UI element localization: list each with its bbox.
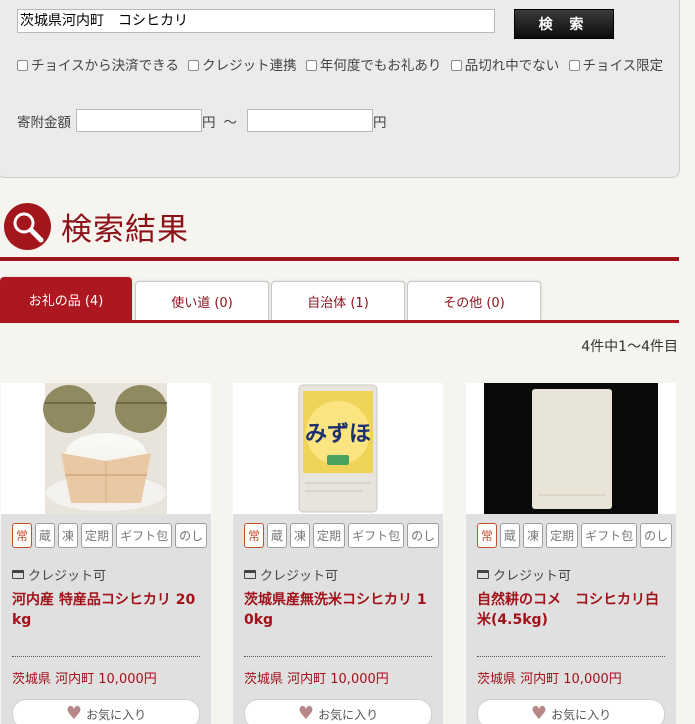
item-location-price: 茨城県 河内町 10,000円 [12,672,157,687]
dotted-divider [244,656,432,657]
credit-card-icon [12,570,24,579]
item-name-link[interactable]: 河内産 特産品コシヒカリ 20kg [12,590,202,630]
donation-amount-label: 寄附金額 [17,114,71,131]
tag-noshi: のし [640,523,673,548]
tab-municipality[interactable]: 自治体 (1) [271,281,405,320]
tab-usage[interactable]: 使い道 (0) [135,281,269,320]
filter-label: 年何度でもお礼あり [319,58,442,74]
storage-tags: 常 蔵 凍 定期 ギフト包 のし [477,523,673,548]
item-card[interactable]: 自然耕のコメ 常 蔵 凍 定期 ギフト包 のし クレジット可 自然耕のコメ コシ… [466,383,676,724]
credit-label: クレジット可 [28,569,107,584]
credit-label: クレジット可 [493,569,572,584]
favorite-button[interactable]: ♥ お気に入り [477,699,665,724]
result-count: 4件中1～4件目 [581,339,678,355]
credit-card-icon [244,570,256,579]
heart-icon: ♥ [297,703,315,724]
filter-label: チョイスから決済できる [31,58,179,74]
tag-frozen: 凍 [58,523,79,548]
results-title: 検索結果 [61,212,189,248]
tab-other[interactable]: その他 (0) [407,281,541,320]
search-panel: 茨城県河内町 コシヒカリ 検 索 チョイスから決済できる クレジット連携 年何度… [0,0,680,178]
heart-icon: ♥ [65,703,83,724]
filter-label: チョイス限定 [582,58,664,74]
credit-label: クレジット可 [260,569,339,584]
filter-label: クレジット連携 [202,58,297,74]
checkbox-icon[interactable] [568,60,580,71]
checkbox-icon[interactable] [17,60,28,71]
amount-max-input[interactable] [247,109,373,132]
filter-options: チョイスから決済できる クレジット連携 年何度でもお礼あり 品切れ中でない チョ… [17,55,677,77]
yen-label: 円 [373,114,387,131]
dotted-divider [477,656,665,657]
range-tilde: ～ [223,114,238,131]
credit-ok: クレジット可 [244,565,338,584]
tag-ambient: 常 [244,523,265,548]
item-name-link[interactable]: 茨城県産無洗米コシヒカリ 10kg [244,590,434,630]
item-photo-rice-masu[interactable] [1,383,211,514]
item-location-price: 茨城県 河内町 10,000円 [244,672,389,687]
item-location-price: 茨城県 河内町 10,000円 [477,672,622,687]
tag-subscription: 定期 [546,523,579,548]
filter-multiple-times[interactable]: 年何度でもお礼あり [305,58,442,74]
tag-ambient: 常 [12,523,33,548]
item-name-link[interactable]: 自然耕のコメ コシヒカリ白米(4.5kg) [477,590,667,630]
tag-refrigerated: 蔵 [35,523,56,548]
item-photo-mizuho-rice-bag[interactable]: みずほ [233,383,443,514]
tag-frozen: 凍 [523,523,544,548]
filter-choice-payment[interactable]: チョイスから決済できる [17,58,179,74]
tab-gifts[interactable]: お礼の品 (4) [0,277,132,321]
checkbox-icon[interactable] [450,60,462,71]
tag-refrigerated: 蔵 [500,523,521,548]
heart-icon: ♥ [530,703,548,724]
item-card[interactable]: みずほ 常 蔵 凍 定期 ギフト包 のし クレジット可 茨城県産無洗米コシヒカリ… [233,383,443,724]
dotted-divider [12,656,200,657]
package-text: みずほ [305,421,371,447]
favorite-button[interactable]: ♥ お気に入り [244,699,432,724]
storage-tags: 常 蔵 凍 定期 ギフト包 のし [244,523,440,548]
filter-in-stock[interactable]: 品切れ中でない [450,58,560,74]
checkbox-icon[interactable] [305,60,317,71]
filter-credit[interactable]: クレジット連携 [188,58,297,74]
credit-ok: クレジット可 [12,565,106,584]
keyword-search-input[interactable]: 茨城県河内町 コシヒカリ [17,9,495,33]
tag-noshi: のし [175,523,208,548]
credit-card-icon [477,570,489,579]
favorite-label: お気に入り [318,707,379,722]
tag-ambient: 常 [477,523,498,548]
tag-frozen: 凍 [290,523,311,548]
tag-refrigerated: 蔵 [267,523,288,548]
search-button[interactable]: 検 索 [514,9,614,39]
tag-subscription: 定期 [313,523,346,548]
checkbox-icon[interactable] [188,60,200,71]
tab-divider [0,320,679,323]
favorite-label: お気に入り [86,707,147,722]
filter-label: 品切れ中でない [464,58,560,74]
storage-tags: 常 蔵 凍 定期 ギフト包 のし [12,523,208,548]
favorite-button[interactable]: ♥ お気に入り [12,699,200,724]
tag-gift-wrap: ギフト包 [348,523,405,548]
credit-ok: クレジット可 [477,565,571,584]
tag-gift-wrap: ギフト包 [581,523,638,548]
magnifier-icon [4,203,51,250]
tag-subscription: 定期 [81,523,114,548]
yen-label: 円 [202,114,216,131]
amount-min-input[interactable] [76,109,202,132]
tag-noshi: のし [407,523,440,548]
donation-amount-row: 寄附金額 円 ～ 円 [17,109,387,132]
favorite-label: お気に入り [551,707,612,722]
title-divider [0,257,679,261]
tag-gift-wrap: ギフト包 [116,523,173,548]
item-card[interactable]: 常 蔵 凍 定期 ギフト包 のし クレジット可 河内産 特産品コシヒカリ 20k… [1,383,211,724]
filter-choice-limited[interactable]: チョイス限定 [568,58,664,74]
item-photo-shizenko-rice-bag[interactable]: 自然耕のコメ [466,383,676,514]
